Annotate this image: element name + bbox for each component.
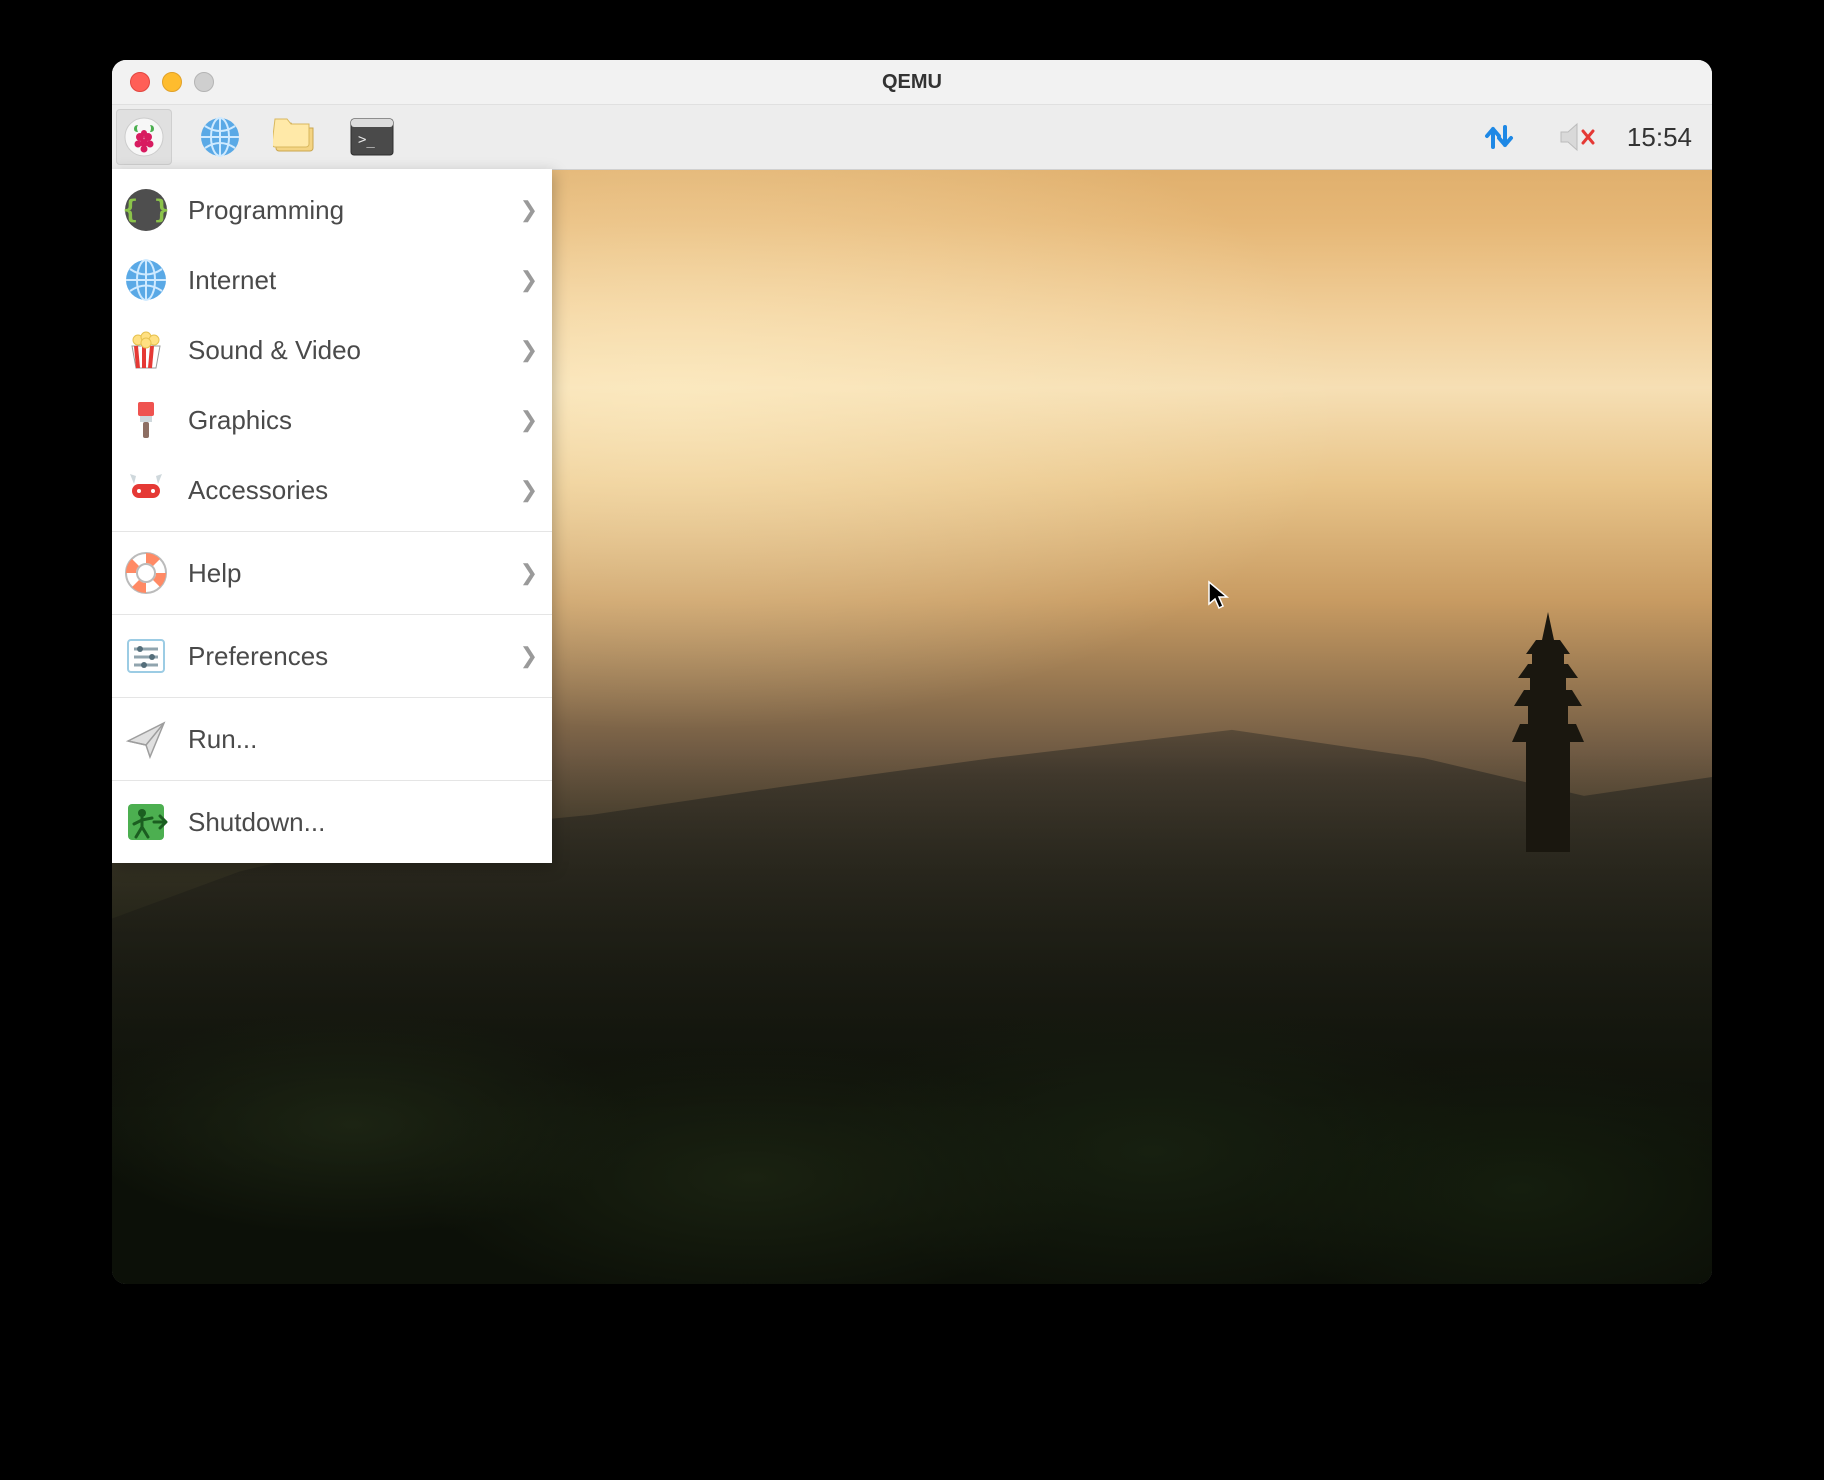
menu-item-label: Sound & Video <box>188 335 502 366</box>
menu-item-accessories[interactable]: Accessories ❯ <box>112 455 552 525</box>
chevron-right-icon: ❯ <box>520 560 538 586</box>
mac-window: QEMU <box>112 60 1712 1284</box>
popcorn-icon <box>122 326 170 374</box>
svg-text:{ }: { } <box>124 195 168 225</box>
menu-separator <box>112 614 552 615</box>
application-menu: { } Programming ❯ Internet ❯ <box>112 169 552 863</box>
menu-item-label: Accessories <box>188 475 502 506</box>
volume-indicator[interactable] <box>1549 109 1605 165</box>
window-controls <box>112 72 214 92</box>
chevron-right-icon: ❯ <box>520 197 538 223</box>
menu-item-shutdown[interactable]: Shutdown... <box>112 787 552 857</box>
menu-separator <box>112 531 552 532</box>
chevron-right-icon: ❯ <box>520 477 538 503</box>
menu-item-label: Internet <box>188 265 502 296</box>
globe-icon <box>122 256 170 304</box>
network-updown-icon <box>1479 117 1519 157</box>
wallpaper-pagoda <box>1512 612 1584 852</box>
menu-item-label: Programming <box>188 195 502 226</box>
close-window-button[interactable] <box>130 72 150 92</box>
menu-item-preferences[interactable]: Preferences ❯ <box>112 621 552 691</box>
chevron-right-icon: ❯ <box>520 407 538 433</box>
folders-icon <box>273 117 319 157</box>
zoom-window-button[interactable] <box>194 72 214 92</box>
menu-separator <box>112 697 552 698</box>
taskbar-launchers: >_ <box>116 109 400 165</box>
menu-item-programming[interactable]: { } Programming ❯ <box>112 175 552 245</box>
guest-screen: >_ <box>112 105 1712 1284</box>
menu-separator <box>112 780 552 781</box>
web-browser-launcher[interactable] <box>192 109 248 165</box>
menu-item-run[interactable]: Run... <box>112 704 552 774</box>
menu-item-label: Run... <box>188 724 538 755</box>
network-indicator[interactable] <box>1471 109 1527 165</box>
menu-item-label: Shutdown... <box>188 807 538 838</box>
sliders-icon <box>122 632 170 680</box>
menu-item-help[interactable]: Help ❯ <box>112 538 552 608</box>
chevron-right-icon: ❯ <box>520 267 538 293</box>
titlebar: QEMU <box>112 60 1712 105</box>
terminal-icon: >_ <box>350 118 394 156</box>
code-braces-icon: { } <box>122 186 170 234</box>
system-tray: 15:54 <box>1471 109 1702 165</box>
window-title: QEMU <box>112 71 1712 94</box>
chevron-right-icon: ❯ <box>520 643 538 669</box>
svg-text:>_: >_ <box>358 132 375 148</box>
application-menu-button[interactable] <box>116 109 172 165</box>
lifebuoy-icon <box>122 549 170 597</box>
menu-item-sound-video[interactable]: Sound & Video ❯ <box>112 315 552 385</box>
swiss-knife-icon <box>122 466 170 514</box>
menu-item-label: Preferences <box>188 641 502 672</box>
terminal-launcher[interactable]: >_ <box>344 109 400 165</box>
menu-item-label: Graphics <box>188 405 502 436</box>
exit-icon <box>122 798 170 846</box>
menu-item-internet[interactable]: Internet ❯ <box>112 245 552 315</box>
menu-item-label: Help <box>188 558 502 589</box>
paintbrush-icon <box>122 396 170 444</box>
paper-plane-icon <box>122 715 170 763</box>
taskbar: >_ <box>112 105 1712 170</box>
raspberry-icon <box>124 117 164 157</box>
chevron-right-icon: ❯ <box>520 337 538 363</box>
file-manager-launcher[interactable] <box>268 109 324 165</box>
speaker-muted-icon <box>1557 121 1597 153</box>
minimize-window-button[interactable] <box>162 72 182 92</box>
globe-icon <box>199 116 241 158</box>
clock[interactable]: 15:54 <box>1627 122 1702 153</box>
menu-item-graphics[interactable]: Graphics ❯ <box>112 385 552 455</box>
